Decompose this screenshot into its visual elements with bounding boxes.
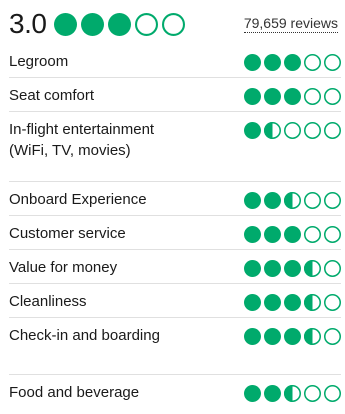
empty-bubble-icon (304, 88, 321, 105)
ratings-panel: 3.0 79,659 reviews Legroom Seat comfort In… (0, 0, 345, 414)
rating-category-label: Food and beverage (9, 384, 140, 401)
reviews-count-link[interactable]: 79,659 reviews (243, 15, 338, 33)
filled-bubble-icon (284, 226, 301, 243)
half-bubble-icon (304, 294, 321, 311)
filled-bubble-icon (244, 294, 261, 311)
rating-row: Value for money (9, 250, 341, 284)
filled-bubble-icon (244, 385, 261, 402)
empty-bubble-icon (324, 88, 341, 105)
rating-row: Onboard Experience (9, 182, 341, 216)
filled-bubble-icon (284, 88, 301, 105)
category-bubble-rating (244, 51, 341, 71)
filled-bubble-icon (54, 12, 78, 36)
rating-row: Cleanliness (9, 284, 341, 318)
rating-category-label: Legroom (9, 53, 69, 70)
empty-bubble-icon (304, 192, 321, 209)
filled-bubble-icon (244, 122, 261, 139)
half-bubble-icon (284, 385, 301, 402)
rating-row: Legroom (9, 44, 341, 78)
category-bubble-rating (244, 189, 341, 209)
category-bubble-rating (244, 257, 341, 277)
empty-bubble-icon (304, 54, 321, 71)
empty-bubble-icon (324, 226, 341, 243)
empty-bubble-icon (324, 54, 341, 71)
empty-bubble-icon (162, 12, 186, 36)
filled-bubble-icon (264, 54, 281, 71)
rating-category-label: Onboard Experience (9, 191, 147, 208)
rating-category-label: Check-in and boarding (9, 327, 160, 344)
filled-bubble-icon (284, 260, 301, 277)
filled-bubble-icon (244, 54, 261, 71)
category-bubble-rating (244, 325, 341, 345)
overall-bubble-rating (54, 12, 186, 36)
empty-bubble-icon (324, 260, 341, 277)
rating-row: Check-in and boarding (9, 318, 341, 375)
rating-category-label: Cleanliness (9, 293, 87, 310)
half-bubble-icon (304, 260, 321, 277)
filled-bubble-icon (264, 260, 281, 277)
filled-bubble-icon (284, 328, 301, 345)
category-bubble-rating (244, 223, 341, 243)
half-bubble-icon (304, 328, 321, 345)
rating-category-label: Value for money (9, 259, 118, 276)
rating-category-label: Seat comfort (9, 87, 95, 104)
filled-bubble-icon (264, 88, 281, 105)
filled-bubble-icon (244, 260, 261, 277)
overall-score: 3.0 (9, 8, 47, 39)
filled-bubble-icon (244, 88, 261, 105)
rating-row: In-flight entertainment (WiFi, TV, movie… (9, 112, 341, 182)
empty-bubble-icon (324, 385, 341, 402)
filled-bubble-icon (108, 12, 132, 36)
empty-bubble-icon (304, 385, 321, 402)
filled-bubble-icon (284, 294, 301, 311)
filled-bubble-icon (264, 226, 281, 243)
half-bubble-icon (264, 122, 281, 139)
category-bubble-rating (244, 382, 341, 402)
category-bubble-rating (244, 291, 341, 311)
filled-bubble-icon (264, 328, 281, 345)
rating-row: Food and beverage (9, 375, 341, 409)
rating-row: Customer service (9, 216, 341, 250)
filled-bubble-icon (264, 192, 281, 209)
filled-bubble-icon (244, 328, 261, 345)
half-bubble-icon (284, 192, 301, 209)
empty-bubble-icon (284, 122, 301, 139)
filled-bubble-icon (264, 294, 281, 311)
category-bubble-rating (244, 85, 341, 105)
rating-category-label: Customer service (9, 225, 126, 242)
rating-category-label: In-flight entertainment (WiFi, TV, movie… (9, 121, 155, 159)
filled-bubble-icon (264, 385, 281, 402)
empty-bubble-icon (135, 12, 159, 36)
empty-bubble-icon (304, 226, 321, 243)
category-bubble-rating (244, 119, 341, 139)
empty-bubble-icon (324, 294, 341, 311)
filled-bubble-icon (81, 12, 105, 36)
filled-bubble-icon (284, 54, 301, 71)
empty-bubble-icon (324, 192, 341, 209)
empty-bubble-icon (304, 122, 321, 139)
rating-row: Seat comfort (9, 78, 341, 112)
filled-bubble-icon (244, 192, 261, 209)
filled-bubble-icon (244, 226, 261, 243)
empty-bubble-icon (324, 122, 341, 139)
category-ratings-list: Legroom Seat comfort In-flight entertainme… (9, 44, 341, 409)
overall-rating-summary: 3.0 79,659 reviews (9, 0, 341, 44)
empty-bubble-icon (324, 328, 341, 345)
